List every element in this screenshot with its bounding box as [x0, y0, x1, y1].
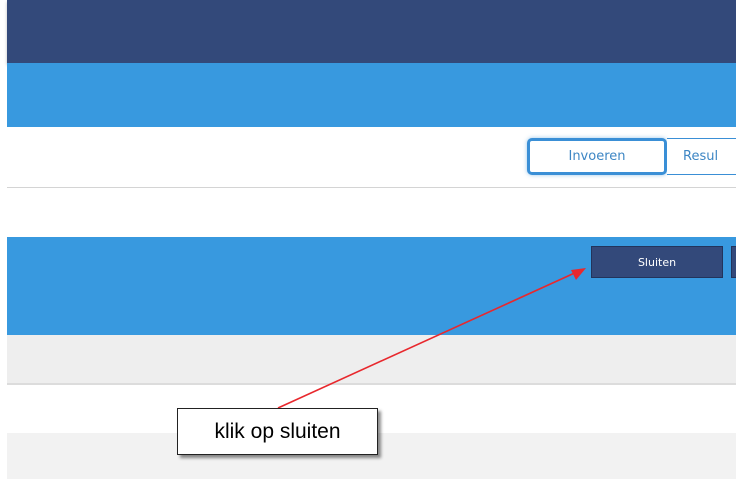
top-navigation-bar: [7, 0, 736, 63]
annotation-callout: klik op sluiten: [177, 408, 378, 455]
tab-resultaten[interactable]: Resul: [667, 138, 736, 175]
tab-row: Invoeren Resul: [7, 127, 736, 188]
panel-header: Sluiten: [7, 237, 736, 335]
page-header-band: [7, 63, 736, 127]
sluiten-button[interactable]: Sluiten: [591, 246, 723, 278]
tab-invoeren[interactable]: Invoeren: [527, 138, 667, 175]
adjacent-button[interactable]: [731, 246, 736, 278]
list-row: [7, 335, 736, 385]
